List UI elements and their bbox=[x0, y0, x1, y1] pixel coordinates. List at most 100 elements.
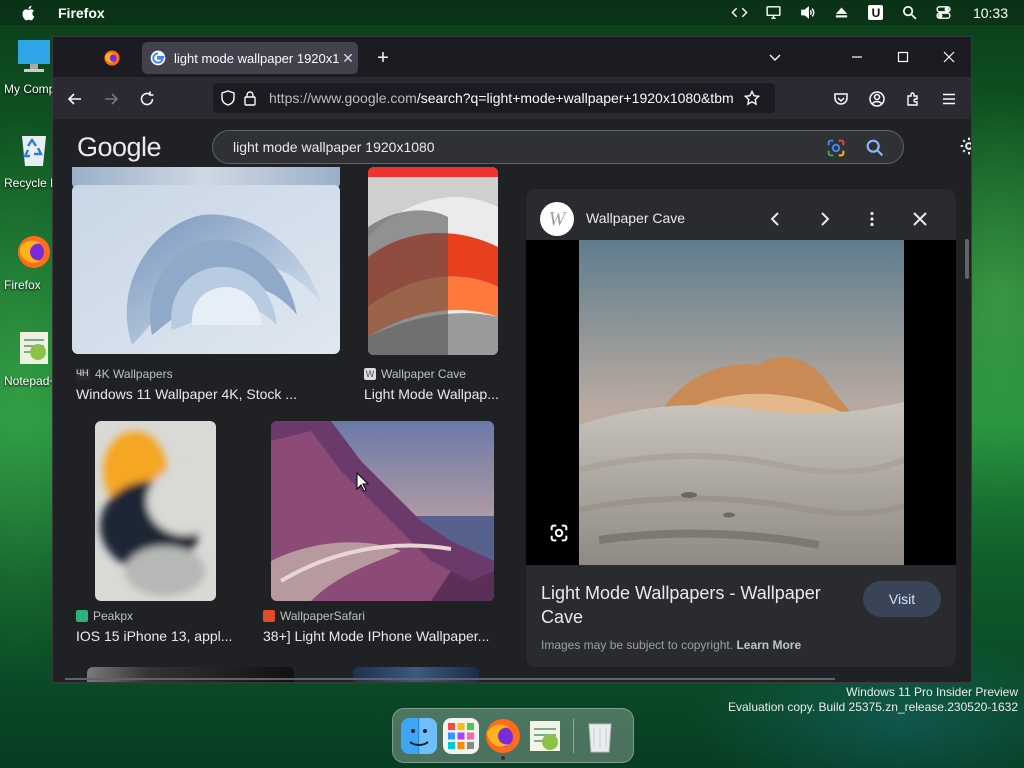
result-source-wallpaper-cave[interactable]: W Wallpaper Cave bbox=[364, 367, 466, 381]
forward-button[interactable] bbox=[97, 85, 125, 113]
volume-icon[interactable] bbox=[791, 0, 825, 25]
learn-more-link[interactable]: Learn More bbox=[736, 638, 801, 652]
google-lens-icon[interactable] bbox=[825, 137, 847, 159]
result-source-label: WallpaperSafari bbox=[280, 609, 365, 623]
wallpaper-cave-logo-icon[interactable]: W bbox=[540, 202, 574, 236]
account-icon[interactable] bbox=[863, 85, 891, 113]
apple-icon[interactable] bbox=[20, 4, 38, 22]
app-menu-icon[interactable] bbox=[935, 85, 963, 113]
ios-15-blur-image bbox=[95, 421, 216, 601]
result-caption[interactable]: Light Mode Wallpap... bbox=[364, 386, 504, 402]
active-app-name[interactable]: Firefox bbox=[58, 5, 105, 21]
result-caption[interactable]: Windows 11 Wallpaper 4K, Stock ... bbox=[76, 386, 316, 402]
desktop-icon-recycle-bin[interactable]: Recycle Bin bbox=[0, 132, 52, 190]
minimize-button[interactable] bbox=[835, 37, 879, 77]
maximize-button[interactable] bbox=[881, 37, 925, 77]
close-window-button[interactable] bbox=[927, 37, 971, 77]
lock-icon[interactable] bbox=[239, 87, 261, 109]
desktop-icon-my-computer[interactable]: My Computer bbox=[0, 38, 52, 96]
desktop-icon-label: Recycle Bin bbox=[4, 176, 52, 190]
result-thumbnail-ios-15[interactable] bbox=[95, 421, 216, 601]
url-host: https://www.google.com bbox=[269, 90, 417, 106]
display-icon[interactable] bbox=[757, 0, 791, 25]
google-lens-search-icon[interactable] bbox=[548, 522, 570, 544]
recycle-bin-icon bbox=[22, 136, 46, 166]
desktop-icon-firefox[interactable]: Firefox bbox=[0, 234, 52, 292]
new-tab-button[interactable]: + bbox=[370, 45, 396, 71]
next-image-button[interactable] bbox=[811, 206, 837, 232]
result-source-peakpx[interactable]: Peakpx bbox=[76, 609, 133, 623]
settings-gear-icon[interactable] bbox=[959, 136, 972, 156]
search-icon[interactable] bbox=[893, 0, 927, 25]
image-preview-panel: W Wallpaper Cave Light Mode Wallpapers -… bbox=[526, 189, 956, 667]
preview-title[interactable]: Light Mode Wallpapers - Wallpaper Cave bbox=[541, 581, 841, 629]
tab-firefox-view[interactable] bbox=[99, 45, 125, 71]
result-thumbnail-windows-11[interactable] bbox=[72, 185, 340, 354]
google-favicon-icon bbox=[150, 50, 166, 66]
result-thumbnail-iphone-wallpaper[interactable] bbox=[271, 421, 494, 601]
clock[interactable]: 10:33 bbox=[973, 5, 1008, 21]
tab-bar: light mode wallpaper 1920x1080 ✕ + bbox=[53, 37, 971, 77]
close-preview-button[interactable] bbox=[907, 206, 933, 232]
tab-google-search[interactable]: light mode wallpaper 1920x1080 ✕ bbox=[142, 42, 358, 74]
firefox-icon bbox=[104, 50, 120, 66]
more-options-icon[interactable] bbox=[859, 206, 885, 232]
result-caption[interactable]: 38+] Light Mode IPhone Wallpaper... bbox=[263, 628, 503, 644]
control-center-icon[interactable] bbox=[927, 0, 961, 25]
result-source-label: Peakpx bbox=[93, 609, 134, 623]
firefox-icon bbox=[18, 236, 50, 268]
result-thumbnail-partial[interactable] bbox=[353, 667, 479, 682]
result-caption[interactable]: IOS 15 iPhone 13, appl... bbox=[76, 628, 241, 644]
windows-11-bloom-image bbox=[72, 185, 340, 354]
wallpaper-cave-favicon-icon: W bbox=[364, 368, 376, 380]
bookmark-star-icon[interactable] bbox=[741, 87, 763, 109]
computer-icon bbox=[18, 40, 50, 72]
tab-close-icon[interactable]: ✕ bbox=[339, 49, 357, 67]
reload-button[interactable] bbox=[133, 85, 161, 113]
tracking-protection-shield-icon[interactable] bbox=[217, 87, 239, 109]
running-indicator bbox=[501, 755, 505, 760]
search-box[interactable]: light mode wallpaper 1920x1080 bbox=[212, 130, 904, 164]
result-source-label: 4K Wallpapers bbox=[95, 367, 173, 381]
wallpapersafari-favicon-icon bbox=[263, 610, 275, 622]
dock bbox=[392, 708, 634, 763]
extensions-icon[interactable] bbox=[899, 85, 927, 113]
desktop-icon-notepad[interactable]: Notepad++ bbox=[0, 330, 52, 388]
red-waves-image bbox=[368, 167, 498, 355]
notepad-icon bbox=[20, 332, 48, 364]
visit-button[interactable]: Visit bbox=[863, 581, 941, 617]
coastal-cliffs-image bbox=[271, 421, 494, 601]
preview-site-name[interactable]: Wallpaper Cave bbox=[586, 210, 685, 226]
google-logo[interactable]: Google bbox=[77, 132, 162, 163]
menu-bar: Firefox U 10:33 bbox=[0, 0, 1024, 25]
white-rock-desert-image[interactable] bbox=[579, 240, 904, 565]
result-source-4k-wallpapers[interactable]: ЧН 4K Wallpapers bbox=[76, 367, 173, 381]
vertical-scrollbar[interactable] bbox=[965, 239, 969, 279]
launchpad-icon[interactable] bbox=[443, 717, 479, 754]
peakpx-favicon-icon bbox=[76, 610, 88, 622]
dock-item-firefox[interactable] bbox=[485, 718, 521, 760]
result-thumbnail-light-mode-cave[interactable] bbox=[368, 167, 498, 355]
search-input[interactable]: light mode wallpaper 1920x1080 bbox=[233, 139, 435, 155]
address-bar[interactable]: https://www.google.com/search?q=light+mo… bbox=[213, 83, 775, 113]
watermark-line2: Evaluation copy. Build 25375.zn_release.… bbox=[728, 700, 1018, 714]
dock-separator bbox=[573, 718, 574, 753]
result-source-wallpapersafari[interactable]: WallpaperSafari bbox=[263, 609, 365, 623]
eject-icon[interactable] bbox=[825, 0, 859, 25]
pocket-icon[interactable] bbox=[827, 85, 855, 113]
search-icon[interactable] bbox=[864, 137, 886, 159]
list-all-tabs-button[interactable] bbox=[753, 37, 797, 77]
horizontal-scrollbar[interactable] bbox=[65, 678, 835, 680]
mouse-cursor-icon bbox=[356, 472, 370, 492]
url-text[interactable]: https://www.google.com/search?q=light+mo… bbox=[269, 90, 739, 106]
desktop-icon-label: Firefox bbox=[4, 278, 41, 292]
trash-icon[interactable] bbox=[582, 718, 618, 754]
previous-image-button[interactable] bbox=[763, 206, 789, 232]
code-arrows-icon[interactable] bbox=[723, 0, 757, 25]
finder-icon[interactable] bbox=[401, 717, 437, 754]
u-icon[interactable]: U bbox=[859, 0, 893, 25]
notepad-icon[interactable] bbox=[527, 718, 563, 754]
back-button[interactable] bbox=[61, 85, 89, 113]
windows-watermark: Windows 11 Pro Insider Preview Evaluatio… bbox=[728, 685, 1018, 715]
result-thumbnail-partial[interactable] bbox=[87, 667, 294, 682]
